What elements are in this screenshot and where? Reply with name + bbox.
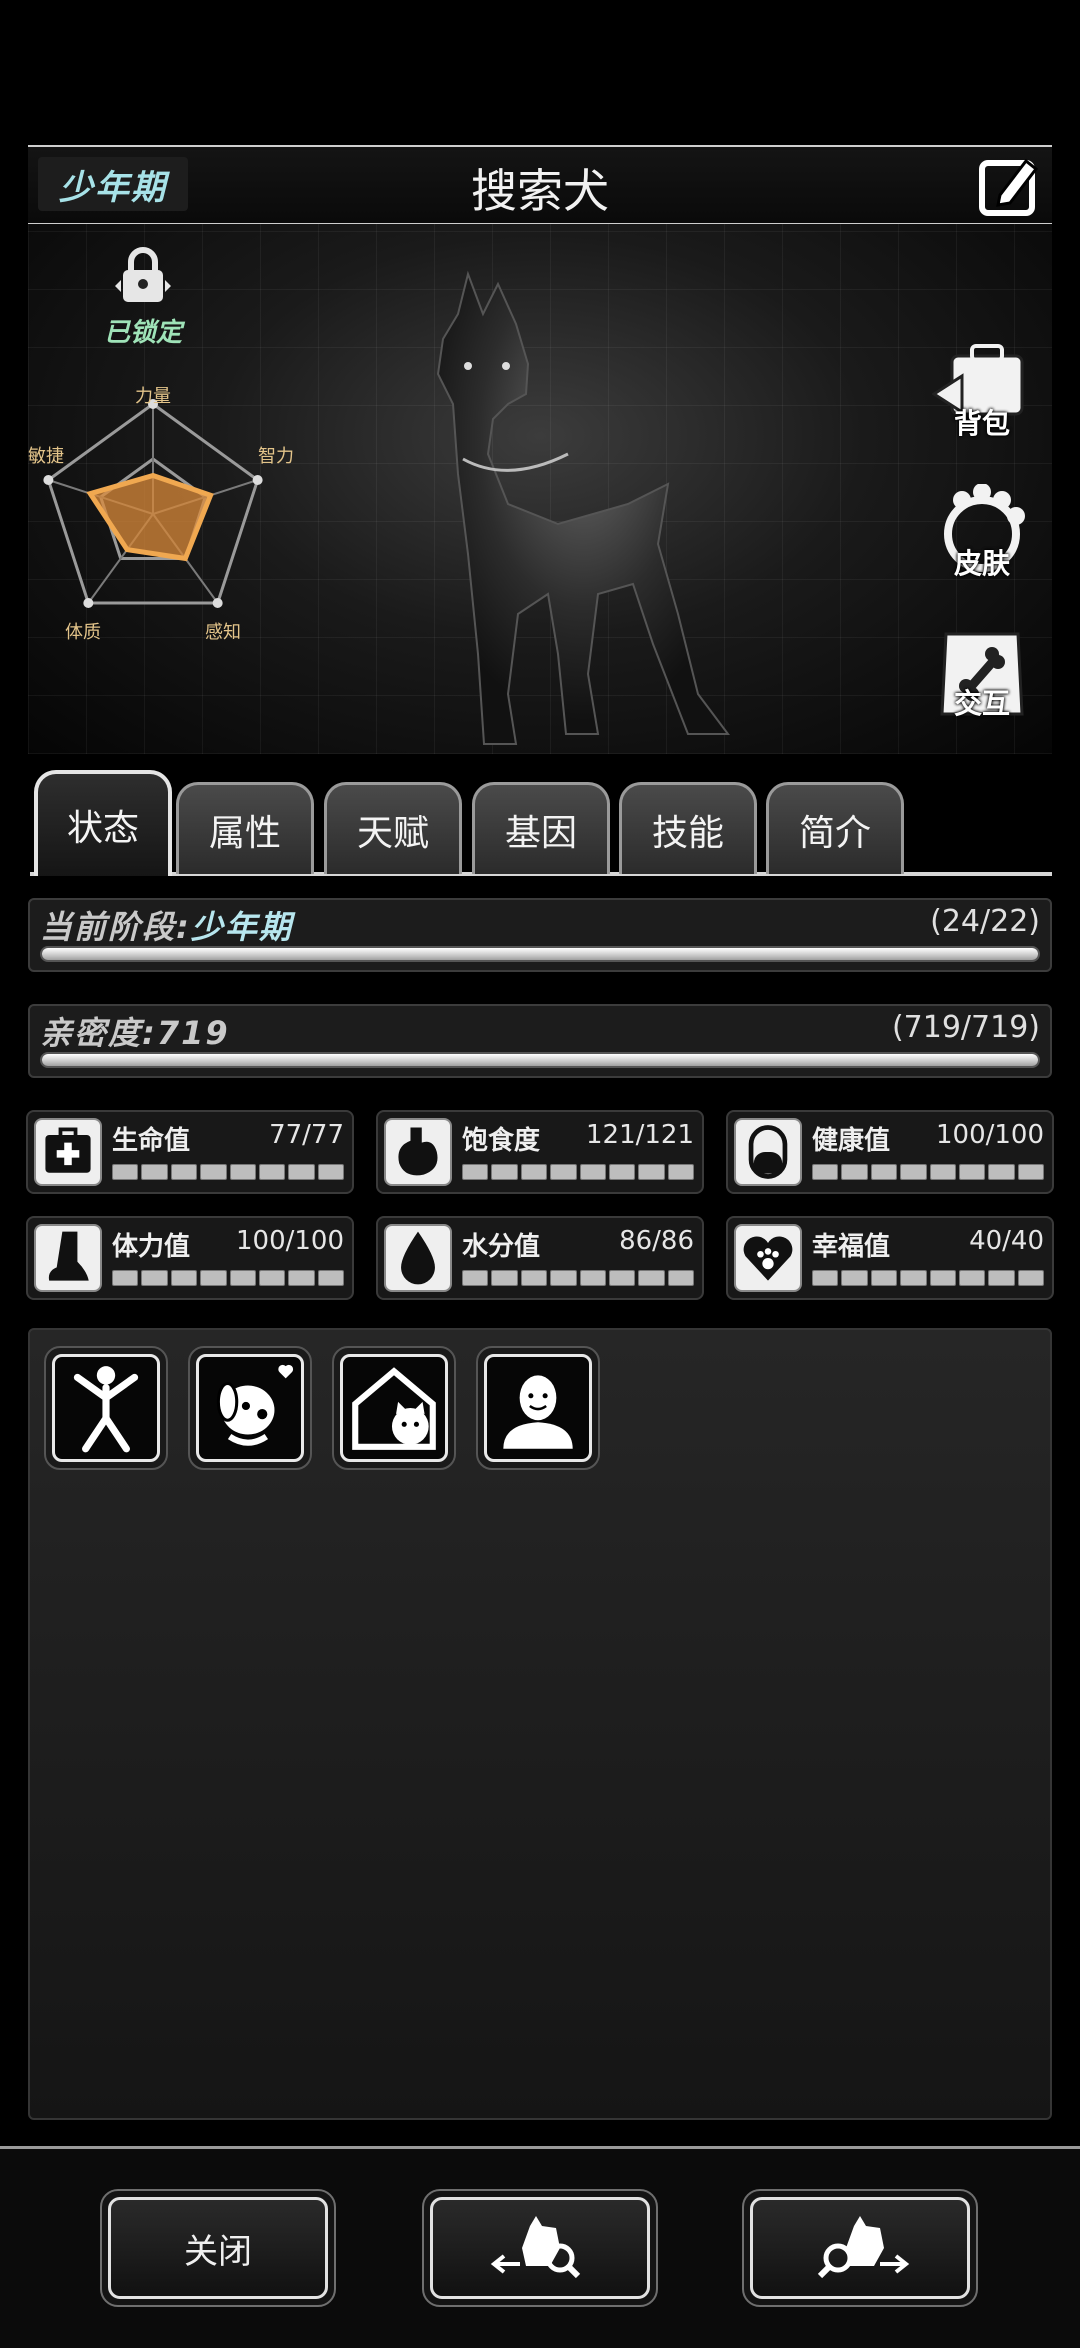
happy-dog-icon — [216, 1364, 294, 1446]
stat-stamina-bar — [112, 1270, 344, 1286]
lock-label: 已锁定 — [103, 318, 182, 348]
tab-genes[interactable]: 基因 — [472, 782, 610, 874]
previous-pet-button[interactable] — [422, 2189, 658, 2307]
tab-attributes[interactable]: 属性 — [176, 782, 314, 874]
interact-label: 交互 — [953, 687, 1010, 720]
intimacy-panel: 亲密度:719 (719/719) — [28, 1004, 1052, 1078]
skin-button[interactable]: 皮肤 — [932, 483, 1032, 584]
stat-health-bar — [812, 1164, 1044, 1180]
stage-progress-label: 当前阶段: — [40, 908, 191, 946]
stat-happiness-value: 40/40 — [969, 1226, 1044, 1256]
next-pet-icon — [817, 2216, 910, 2279]
stage-progress-fill — [42, 948, 1038, 960]
stat-happiness: 幸福值 40/40 — [726, 1216, 1054, 1300]
stage-progress-track — [40, 946, 1040, 962]
stat-satiety-bar — [462, 1164, 694, 1180]
radar-value-polygon — [86, 472, 214, 562]
radar-vertex — [43, 475, 54, 486]
stage-progress-panel: 当前阶段:少年期 (24/22) — [28, 898, 1052, 972]
stat-stamina: 体力值 100/100 — [26, 1216, 354, 1300]
radar-label-strength: 力量 — [135, 386, 171, 407]
house-cat-icon — [352, 1367, 436, 1450]
status-affection[interactable] — [188, 1346, 312, 1470]
bag-button[interactable]: 背包 — [931, 344, 1032, 444]
tab-talents[interactable]: 天赋 — [324, 782, 462, 874]
status-person[interactable] — [476, 1346, 600, 1470]
intimacy-value: 719 — [156, 1014, 230, 1052]
bottom-bar: 关闭 — [0, 2146, 1080, 2348]
stat-satiety: 饱食度 121/121 — [376, 1110, 704, 1194]
stat-health-value: 100/100 — [935, 1120, 1044, 1150]
stage-progress-value: 少年期 — [190, 908, 293, 946]
stat-health-name: 健康值 — [812, 1126, 891, 1156]
doberman-portrait — [436, 270, 730, 745]
radar-label-constitution: 体质 — [65, 622, 101, 643]
stage-progress-title: 当前阶段:少年期 — [40, 902, 293, 948]
radar-vertex — [83, 597, 94, 608]
close-button-label: 关闭 — [108, 2197, 328, 2299]
radar-vertex — [252, 475, 263, 486]
stat-happiness-bar — [812, 1270, 1044, 1286]
stat-hp-name: 生命值 — [112, 1126, 191, 1156]
stat-hp-value: 77/77 — [269, 1120, 344, 1150]
stat-happiness-name: 幸福值 — [812, 1232, 891, 1262]
status-exercise[interactable] — [44, 1346, 168, 1470]
intimacy-title: 亲密度:719 — [40, 1008, 230, 1054]
stat-hydration-name: 水分值 — [462, 1232, 541, 1262]
lock-toggle[interactable]: 已锁定 — [88, 244, 198, 349]
stat-stamina-name: 体力值 — [112, 1232, 191, 1262]
stat-health: 健康值 100/100 — [726, 1110, 1054, 1194]
stat-hp-bar — [112, 1164, 344, 1180]
attribute-radar-chart: 力量 智力 感知 体质 敏捷 — [28, 386, 294, 643]
water-drop-icon — [384, 1224, 452, 1292]
edit-icon — [979, 158, 1039, 216]
status-effects-panel — [28, 1328, 1052, 2120]
tab-intro[interactable]: 简介 — [766, 782, 904, 874]
stat-satiety-name: 饱食度 — [462, 1126, 541, 1156]
stat-hydration-value: 86/86 — [619, 1226, 694, 1256]
next-pet-button[interactable] — [742, 2189, 978, 2307]
pet-name: 搜索犬 — [471, 164, 609, 218]
detail-tabs: 状态 属性 天赋 基因 技能 简介 — [30, 770, 1052, 876]
pet-portrait-area: 已锁定 力量 智力 感知 体质 敏捷 背包 皮肤 交互 — [28, 224, 1052, 754]
tab-status[interactable]: 状态 — [34, 770, 172, 876]
stat-hydration: 水分值 86/86 — [376, 1216, 704, 1300]
tab-skills[interactable]: 技能 — [619, 782, 757, 874]
close-button[interactable]: 关闭 — [100, 2189, 336, 2307]
intimacy-count: (719/719) — [891, 1010, 1040, 1045]
smiling-person-icon — [503, 1375, 573, 1449]
previous-pet-icon — [490, 2216, 581, 2279]
pill-icon — [734, 1118, 802, 1186]
skin-label: 皮肤 — [953, 547, 1010, 580]
edit-name-button[interactable] — [976, 151, 1044, 219]
intimacy-track — [40, 1052, 1040, 1068]
radar-vertex — [212, 597, 223, 608]
stat-satiety-value: 121/121 — [585, 1120, 694, 1150]
pet-header: 少年期 搜索犬 — [28, 145, 1052, 225]
stomach-icon — [384, 1118, 452, 1186]
stretching-person-icon — [73, 1366, 139, 1453]
stat-hydration-bar — [462, 1270, 694, 1286]
radar-label-agility: 敏捷 — [28, 446, 64, 467]
interact-button[interactable]: 交互 — [932, 624, 1032, 724]
intimacy-label: 亲密度: — [40, 1014, 157, 1052]
status-home[interactable] — [332, 1346, 456, 1470]
intimacy-fill — [42, 1054, 1038, 1066]
medkit-icon — [34, 1118, 102, 1186]
lock-icon — [115, 247, 171, 302]
stage-progress-count: (24/22) — [930, 904, 1040, 939]
heart-paw-icon — [734, 1224, 802, 1292]
paw-leg-icon — [34, 1224, 102, 1292]
bag-label: 背包 — [953, 407, 1010, 440]
radar-label-perception: 感知 — [205, 622, 241, 643]
radar-label-intelligence: 智力 — [258, 446, 294, 467]
stat-hp: 生命值 77/77 — [26, 1110, 354, 1194]
stat-stamina-value: 100/100 — [235, 1226, 344, 1256]
